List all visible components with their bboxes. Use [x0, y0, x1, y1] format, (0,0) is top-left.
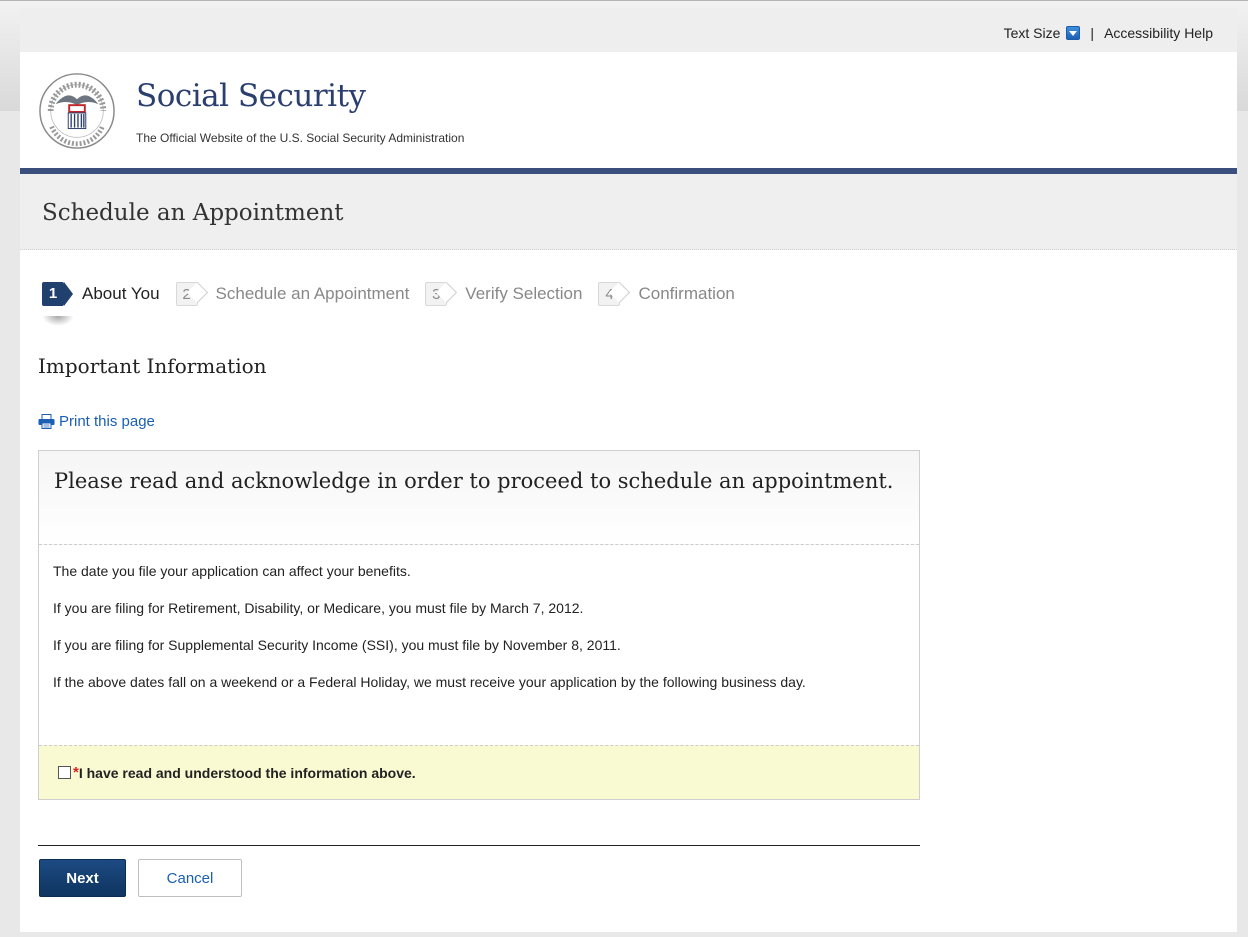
step-1: 1 About You [42, 282, 160, 306]
cancel-button[interactable]: Cancel [138, 859, 242, 897]
ssa-seal-icon[interactable] [38, 72, 116, 150]
site-title[interactable]: Social Security [136, 78, 366, 114]
accessibility-help-link[interactable]: Accessibility Help [1104, 25, 1213, 41]
form-divider [38, 845, 920, 846]
step-1-label: About You [82, 284, 160, 303]
notice-body: The date you file your application can a… [39, 545, 919, 746]
progress-steps: 1 About You 2 Schedule an Appointment 3 … [42, 274, 751, 314]
printer-icon [38, 414, 55, 429]
step-1-number: 1 [42, 282, 73, 306]
step-3-label: Verify Selection [465, 284, 583, 303]
page-title: Schedule an Appointment [42, 200, 344, 226]
step-2: 2 Schedule an Appointment [175, 282, 410, 306]
utility-separator: | [1090, 25, 1095, 41]
utility-links: Text Size | Accessibility Help [1004, 25, 1213, 41]
step-4-number: 4 [598, 282, 621, 306]
step-2-label: Schedule an Appointment [215, 284, 410, 303]
page-container: Text Size | Accessibility Help Social Se… [20, 8, 1237, 932]
utility-bar: Text Size | Accessibility Help [20, 8, 1237, 52]
notice-header: Please read and acknowledge in order to … [39, 451, 919, 545]
step-4-label: Confirmation [638, 284, 735, 303]
notice-paragraph: If the above dates fall on a weekend or … [53, 674, 806, 690]
notice-paragraph: If you are filing for Supplemental Secur… [53, 637, 621, 653]
text-size-dropdown-icon[interactable] [1066, 26, 1081, 40]
step-4: 4 Confirmation [598, 282, 735, 306]
site-header: Social Security The Official Website of … [20, 52, 1237, 168]
notice-paragraph: If you are filing for Retirement, Disabi… [53, 600, 584, 616]
acknowledgement-box: Please read and acknowledge in order to … [38, 450, 920, 800]
section-heading: Important Information [38, 354, 267, 378]
acknowledge-label[interactable]: I have read and understood the informati… [79, 765, 416, 781]
print-page-label: Print this page [59, 413, 155, 430]
print-page-link[interactable]: Print this page [38, 413, 155, 430]
acknowledge-row: * I have read and understood the informa… [39, 745, 919, 799]
step-3-number: 3 [425, 282, 448, 306]
active-step-shadow [42, 316, 74, 326]
step-3: 3 Verify Selection [425, 282, 582, 306]
next-button[interactable]: Next [39, 859, 126, 897]
site-subtitle: The Official Website of the U.S. Social … [136, 131, 465, 145]
page-title-bar: Schedule an Appointment [20, 174, 1237, 250]
notice-heading: Please read and acknowledge in order to … [54, 469, 894, 493]
acknowledge-checkbox[interactable] [58, 766, 71, 779]
text-size-label: Text Size [1003, 25, 1061, 41]
notice-paragraph: The date you file your application can a… [53, 563, 411, 579]
step-2-number: 2 [175, 282, 198, 306]
